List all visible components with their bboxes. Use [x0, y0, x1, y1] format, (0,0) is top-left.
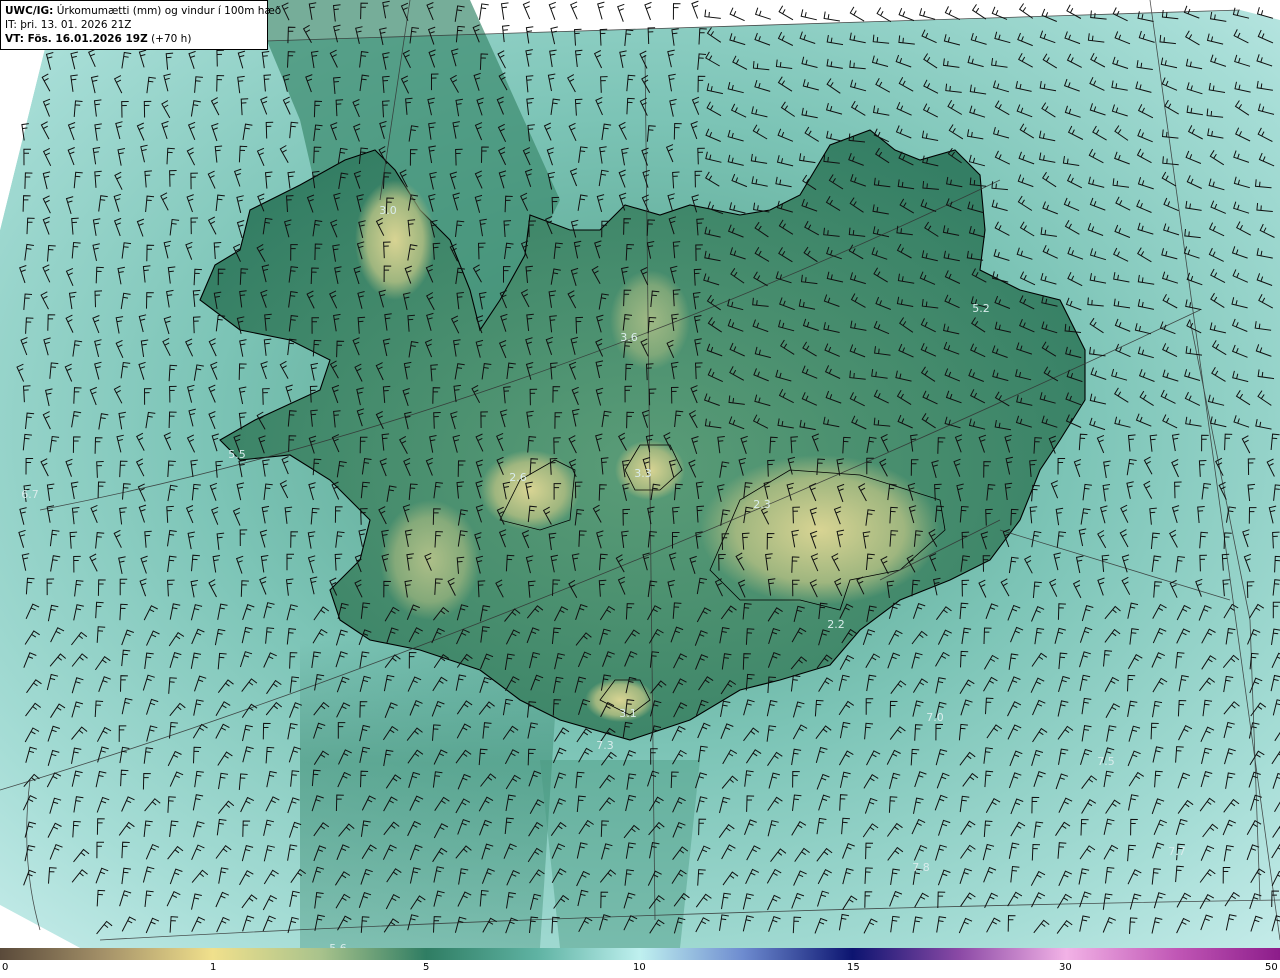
colorbar-tick: 30: [1059, 962, 1072, 973]
precip-value-label: 3.1: [619, 707, 637, 720]
colorbar-labels: 0 1 5 10 15 30 50: [0, 962, 1280, 978]
wind-barb-icon: [919, 8, 936, 20]
wind-barb-icon: [522, 1, 531, 20]
model-name: UWC/IG:: [5, 5, 54, 17]
precip-value-label: 3.0: [379, 204, 397, 217]
precip-value-label: 3.6: [620, 331, 638, 344]
wind-barb-icon: [800, 9, 817, 21]
lead-time: (+70 h): [147, 33, 192, 45]
wind-barb-icon: [672, 3, 681, 20]
precip-value-label: 7.7: [1168, 845, 1186, 858]
precip-value-label: 2.3: [753, 498, 771, 511]
wind-barb-icon: [944, 6, 961, 21]
precip-value-label: 2.2: [827, 618, 845, 631]
precip-value-label: 3.3: [634, 467, 652, 480]
wind-barb-icon: [898, 8, 915, 22]
highland-west: [380, 500, 480, 620]
precip-value-label: 5.5: [228, 448, 246, 461]
map-legend: UWC/IG: Úrkomumætti (mm) og vindur í 100…: [0, 0, 281, 50]
precip-value-label: 2.6: [509, 471, 527, 484]
precip-value-label: 7.0: [926, 711, 944, 724]
precip-value-label: 5.2: [972, 302, 990, 315]
highland-westfjords: [355, 180, 435, 300]
wind-barb-icon: [876, 7, 892, 23]
colorbar-tick: 10: [633, 962, 646, 973]
colorbar-tick: 0: [2, 962, 9, 973]
precip-value-label: 7.8: [912, 861, 930, 874]
colorbar-tick: 15: [847, 962, 860, 973]
precipitation-map: 3.0 3.6 5.2 5.5 2.6 3.3 2.3 2.2 3.1 7.3 7.5 7.7 7.8 7…: [0, 0, 1280, 948]
precip-value-label: 7.5: [1097, 755, 1115, 768]
colorbar-tick: 50: [1265, 962, 1278, 973]
precip-value-label: 6.7: [21, 488, 39, 501]
wind-barb-icon: [548, 1, 556, 20]
wind-barb-icon: [691, 0, 699, 19]
init-time: IT: þri. 13. 01. 2026 21Z: [5, 19, 132, 31]
wind-barb-icon: [754, 7, 771, 20]
wind-barb-icon: [500, 2, 509, 20]
wind-barb-icon: [823, 11, 840, 22]
wind-barb-icon: [778, 5, 794, 21]
precip-value-label: 7.3: [596, 739, 614, 752]
precip-band-south2: [540, 760, 700, 948]
wind-barb-icon: [597, 1, 605, 20]
colorbar-tick: 5: [423, 962, 430, 973]
highland-north: [610, 270, 690, 370]
wind-barb-icon: [570, 1, 578, 20]
wind-barb-icon: [849, 6, 865, 22]
valid-time: VT: Fös. 16.01.2026 19Z: [5, 33, 148, 45]
highland-langjokull: [480, 450, 580, 530]
highland-vatnajokull: [700, 455, 940, 605]
wind-barb-icon: [1018, 3, 1034, 19]
colorbar-tick: 1: [210, 962, 217, 973]
wind-barb-icon: [617, 3, 625, 22]
wind-barb-icon: [971, 4, 987, 20]
wind-barb-icon: [479, 3, 489, 20]
wind-barb-icon: [729, 7, 745, 22]
wind-barb-icon: [704, 9, 721, 19]
wind-barb-icon: [644, 1, 652, 21]
product-name: Úrkomumætti (mm) og vindur í 100m hæð: [53, 5, 282, 17]
colorbar: [0, 948, 1280, 960]
